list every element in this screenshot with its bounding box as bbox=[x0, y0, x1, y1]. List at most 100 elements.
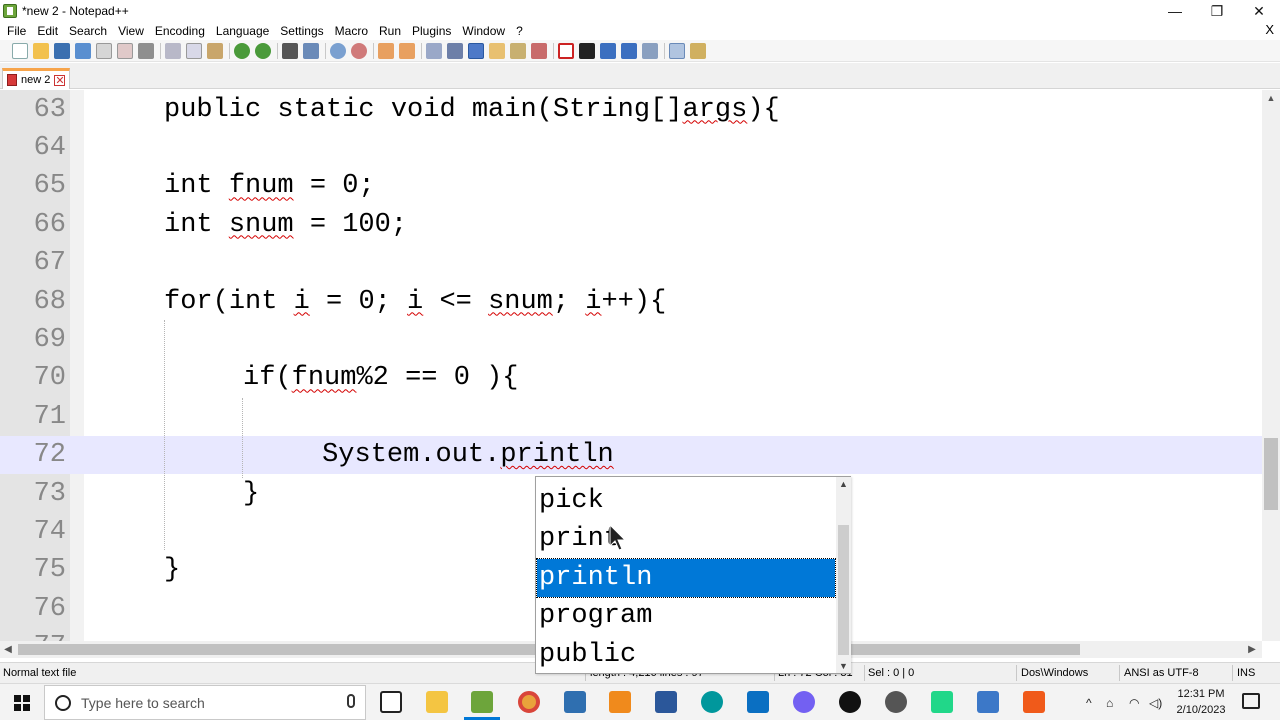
virtualbox-icon[interactable] bbox=[977, 691, 999, 713]
autocomplete-item[interactable]: program bbox=[537, 597, 835, 635]
open-file-icon[interactable] bbox=[33, 42, 49, 59]
minimize-button[interactable]: — bbox=[1154, 0, 1196, 22]
pycharm-icon[interactable] bbox=[931, 691, 953, 713]
undo-icon[interactable] bbox=[234, 42, 250, 59]
code-line[interactable]: 67 bbox=[0, 244, 1262, 282]
plugin-icon[interactable] bbox=[690, 42, 706, 59]
sync-vertical-icon[interactable] bbox=[378, 42, 394, 59]
autocomplete-item[interactable]: println bbox=[536, 557, 836, 599]
indent-guide-icon[interactable] bbox=[468, 42, 484, 59]
tab-close-icon[interactable]: ✕ bbox=[54, 74, 66, 86]
volume-icon[interactable]: ◁) bbox=[1149, 696, 1162, 710]
code-line[interactable]: 64 bbox=[0, 129, 1262, 167]
code-line[interactable]: 71 bbox=[0, 398, 1262, 436]
spell-check-icon[interactable] bbox=[669, 42, 685, 59]
tray-expand-icon[interactable]: ^ bbox=[1086, 696, 1092, 710]
copy-icon[interactable] bbox=[186, 42, 202, 59]
status-insert-mode[interactable]: INS bbox=[1237, 667, 1255, 679]
scroll-left-arrow-icon[interactable]: ◀ bbox=[0, 641, 16, 658]
taskbar-search-box[interactable]: Type here to search bbox=[44, 685, 366, 720]
new-file-icon[interactable] bbox=[12, 42, 28, 59]
chrome-icon[interactable] bbox=[518, 691, 540, 713]
autocomplete-item[interactable]: pick bbox=[537, 482, 835, 520]
run-macro-multiple-icon[interactable] bbox=[621, 42, 637, 59]
scroll-up-arrow-icon[interactable]: ▲ bbox=[1262, 90, 1280, 106]
stop-recording-icon[interactable] bbox=[579, 42, 595, 59]
zoom-in-icon[interactable] bbox=[330, 42, 346, 59]
save-macro-icon[interactable] bbox=[642, 42, 658, 59]
record-macro-icon[interactable] bbox=[558, 42, 574, 59]
code-line[interactable]: 63 public static void main(String[]args){ bbox=[0, 91, 1262, 129]
save-all-icon[interactable] bbox=[75, 42, 91, 59]
menu-view[interactable]: View bbox=[114, 24, 148, 38]
menu-language[interactable]: Language bbox=[212, 24, 273, 38]
code-line[interactable]: 66 int snum = 100; bbox=[0, 206, 1262, 244]
save-icon[interactable] bbox=[54, 42, 70, 59]
playback-macro-icon[interactable] bbox=[600, 42, 616, 59]
menu-encoding[interactable]: Encoding bbox=[151, 24, 209, 38]
taskbar-clock[interactable]: 12:31 PM 2/10/2023 bbox=[1168, 686, 1234, 718]
sync-horizontal-icon[interactable] bbox=[399, 42, 415, 59]
close-file-icon[interactable] bbox=[96, 42, 112, 59]
scroll-right-arrow-icon[interactable]: ▶ bbox=[1244, 641, 1260, 658]
notepadpp-app-icon[interactable] bbox=[3, 4, 17, 18]
autocomplete-item[interactable]: public bbox=[537, 636, 835, 674]
menu-macro[interactable]: Macro bbox=[331, 24, 372, 38]
close-document-button[interactable]: X bbox=[1265, 22, 1274, 37]
menu-search[interactable]: Search bbox=[65, 24, 111, 38]
find-icon[interactable] bbox=[282, 42, 298, 59]
scroll-down-arrow-icon[interactable]: ▼ bbox=[836, 659, 851, 673]
doc-map-icon[interactable] bbox=[510, 42, 526, 59]
menu-plugins[interactable]: Plugins bbox=[408, 24, 455, 38]
network-icon[interactable]: ⌂ bbox=[1106, 696, 1113, 710]
replace-icon[interactable] bbox=[303, 42, 319, 59]
mongodb-compass-icon[interactable] bbox=[839, 691, 861, 713]
menu-settings[interactable]: Settings bbox=[276, 24, 327, 38]
microphone-icon[interactable] bbox=[347, 694, 355, 708]
code-line[interactable]: 69 bbox=[0, 321, 1262, 359]
file-explorer-icon[interactable] bbox=[426, 691, 448, 713]
menu-run[interactable]: Run bbox=[375, 24, 405, 38]
autocomplete-item[interactable]: print bbox=[537, 520, 835, 558]
zoom-out-icon[interactable] bbox=[351, 42, 367, 59]
viber-icon[interactable] bbox=[793, 691, 815, 713]
close-all-icon[interactable] bbox=[117, 42, 133, 59]
show-all-chars-icon[interactable] bbox=[447, 42, 463, 59]
code-line[interactable]: 68 for(int i = 0; i <= snum; i++){ bbox=[0, 283, 1262, 321]
menu-help[interactable]: ? bbox=[512, 24, 527, 38]
vscode-icon[interactable] bbox=[747, 691, 769, 713]
wifi-icon[interactable]: ◠ bbox=[1129, 696, 1139, 710]
vlc-icon[interactable] bbox=[609, 691, 631, 713]
function-list-icon[interactable] bbox=[531, 42, 547, 59]
task-view-icon[interactable] bbox=[380, 691, 402, 713]
paste-icon[interactable] bbox=[207, 42, 223, 59]
autocomplete-list[interactable]: pick print println program public ▲ ▼ bbox=[535, 476, 851, 674]
code-line[interactable]: 65 int fnum = 0; bbox=[0, 167, 1262, 205]
close-button[interactable]: ✕ bbox=[1238, 0, 1280, 22]
autocomplete-scroll-thumb[interactable] bbox=[838, 525, 849, 655]
cut-icon[interactable] bbox=[165, 42, 181, 59]
word-icon[interactable] bbox=[655, 691, 677, 713]
notepadpp-taskbar-icon[interactable] bbox=[471, 691, 493, 713]
word-wrap-icon[interactable] bbox=[426, 42, 442, 59]
store-icon[interactable] bbox=[564, 691, 586, 713]
notifications-icon[interactable] bbox=[1242, 693, 1260, 709]
obs-icon[interactable] bbox=[885, 691, 907, 713]
tab-new-2[interactable]: new 2 ✕ bbox=[2, 68, 70, 89]
print-icon[interactable] bbox=[138, 42, 154, 59]
code-line[interactable]: 72 System.out.println bbox=[0, 436, 1262, 475]
user-language-icon[interactable] bbox=[489, 42, 505, 59]
scroll-up-arrow-icon[interactable]: ▲ bbox=[836, 477, 851, 491]
arduino-icon[interactable] bbox=[701, 691, 723, 713]
vertical-scroll-thumb[interactable] bbox=[1264, 438, 1278, 510]
status-encoding[interactable]: ANSI as UTF-8 bbox=[1124, 667, 1199, 679]
menu-window[interactable]: Window bbox=[458, 24, 509, 38]
sublime-icon[interactable] bbox=[1023, 691, 1045, 713]
status-eol[interactable]: Dos\Windows bbox=[1021, 667, 1088, 679]
code-line[interactable]: 70 if(fnum%2 == 0 ){ bbox=[0, 359, 1262, 397]
autocomplete-scrollbar[interactable]: ▲ ▼ bbox=[836, 477, 851, 673]
vertical-scrollbar[interactable]: ▲ bbox=[1262, 90, 1280, 641]
restore-button[interactable]: ❐ bbox=[1196, 0, 1238, 22]
start-button[interactable] bbox=[0, 684, 44, 720]
menu-file[interactable]: File bbox=[3, 24, 30, 38]
